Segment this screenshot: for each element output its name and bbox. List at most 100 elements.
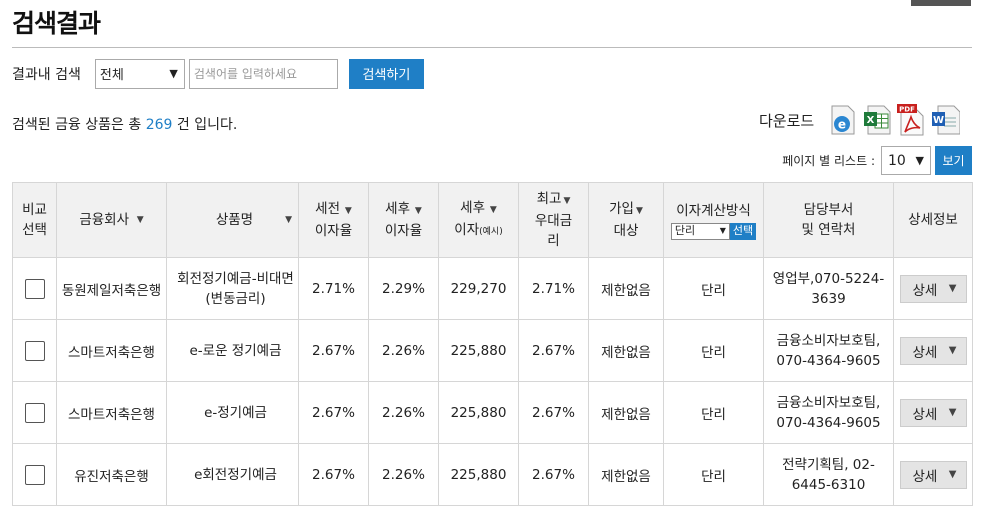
header-aftertax-interest[interactable]: 세후 ▼ 이자(예시): [438, 182, 519, 258]
detail-button[interactable]: 상세 ▼: [899, 336, 967, 365]
chevron-down-icon: ▼: [719, 226, 726, 235]
detail-button[interactable]: 상세 ▼: [899, 274, 967, 303]
maxrate-cell: 2.67%: [518, 319, 589, 382]
maxrate-cell: 2.71%: [518, 257, 589, 320]
summary-prefix: 검색된 금융 상품은 총: [12, 117, 146, 133]
pdf-icon[interactable]: PDF: [896, 104, 926, 136]
calc-cell: 단리: [663, 443, 764, 506]
chevron-down-icon: ▼: [915, 154, 924, 167]
join-cell: 제한없음: [588, 257, 664, 320]
chevron-down-icon: ▼: [948, 407, 957, 418]
pretax-cell: 2.67%: [298, 319, 369, 382]
svg-text:X: X: [867, 115, 875, 126]
detail-button[interactable]: 상세 ▼: [899, 460, 967, 489]
header-company[interactable]: 금융회사 ▼: [56, 182, 167, 258]
aftertax-cell: 2.26%: [368, 443, 439, 506]
header-max-rate[interactable]: 최고 ▼ 우대금 리: [518, 182, 589, 258]
calc-cell: 단리: [663, 257, 764, 320]
detail-button[interactable]: 상세 ▼: [899, 398, 967, 427]
contact-cell: 영업부,070-5224- 3639: [763, 257, 894, 320]
interest-cell: 225,880: [438, 381, 519, 444]
svg-text:W: W: [933, 115, 944, 126]
contact-cell: 금융소비자보호팀, 070-4364-9605: [763, 381, 894, 444]
company-cell: 스마트저축은행: [56, 319, 167, 382]
header-pretax-rate[interactable]: 세전 ▼ 이자율: [298, 182, 369, 258]
page-size-label: 페이지 별 리스트 :: [782, 154, 875, 168]
header-join-target[interactable]: 가입 ▼ 대상: [588, 182, 664, 258]
header-calc-method: 이자계산방식 단리 ▼ 선택: [663, 182, 764, 258]
svg-text:PDF: PDF: [899, 106, 915, 114]
result-count: 269: [145, 117, 173, 133]
join-cell: 제한없음: [588, 381, 664, 444]
compare-checkbox[interactable]: [24, 402, 45, 423]
aftertax-cell: 2.26%: [368, 381, 439, 444]
product-cell[interactable]: e-로운 정기예금: [166, 319, 299, 382]
download-bar: 다운로드 e X PDF W: [759, 104, 964, 136]
search-scope-select[interactable]: 전체 ▼: [94, 58, 185, 89]
maxrate-cell: 2.67%: [518, 443, 589, 506]
top-tab[interactable]: [911, 0, 971, 6]
search-button[interactable]: 검색하기: [348, 58, 424, 89]
page-size-value: 10: [888, 152, 906, 169]
join-cell: 제한없음: [588, 443, 664, 506]
search-bar: 결과내 검색 전체 ▼ 검색어를 입력하세요 검색하기: [12, 58, 424, 89]
chevron-down-icon: ▼: [948, 283, 957, 294]
interest-cell: 225,880: [438, 319, 519, 382]
svg-text:e: e: [838, 118, 846, 132]
pretax-cell: 2.67%: [298, 381, 369, 444]
product-cell[interactable]: e회전정기예금: [166, 443, 299, 506]
title-divider: [12, 47, 972, 48]
page-size-apply-button[interactable]: 보기: [935, 146, 972, 175]
word-icon[interactable]: W: [930, 104, 961, 136]
sort-icon: ▼: [635, 206, 643, 216]
chevron-down-icon: ▼: [948, 469, 957, 480]
header-product[interactable]: 상품명 ▼: [166, 182, 299, 258]
pretax-cell: 2.71%: [298, 257, 369, 320]
compare-checkbox[interactable]: [24, 278, 45, 299]
table-row: 스마트저축은행 e-정기예금 2.67% 2.26% 225,880 2.67%…: [12, 381, 973, 444]
sort-icon: ▼: [412, 206, 422, 216]
summary-suffix: 건 입니다.: [172, 117, 238, 133]
chevron-down-icon: ▼: [169, 67, 178, 80]
product-cell[interactable]: e-정기예금: [166, 381, 299, 444]
results-table: 비교 선택 금융회사 ▼ 상품명 ▼ 세전 ▼ 이자율 세후 ▼ 이자율 세후 ▼ 이자(…: [12, 182, 973, 506]
compare-checkbox[interactable]: [24, 340, 45, 361]
interest-cell: 229,270: [438, 257, 519, 320]
table-row: 스마트저축은행 e-로운 정기예금 2.67% 2.26% 225,880 2.…: [12, 319, 973, 382]
calc-method-select[interactable]: 단리 ▼: [670, 222, 730, 240]
search-input[interactable]: 검색어를 입력하세요: [188, 58, 338, 89]
search-label: 결과내 검색: [12, 66, 81, 83]
sort-icon: ▼: [487, 205, 497, 215]
company-cell: 동원제일저축은행: [56, 257, 167, 320]
maxrate-cell: 2.67%: [518, 381, 589, 444]
calc-cell: 단리: [663, 319, 764, 382]
header-compare: 비교 선택: [12, 182, 57, 258]
product-cell[interactable]: 회전정기예금-비대면 (변동금리): [166, 257, 299, 320]
sort-icon: ▼: [563, 196, 571, 206]
header-detail: 상세정보: [893, 182, 973, 258]
page-title: 검색결과: [12, 9, 101, 38]
compare-checkbox[interactable]: [24, 464, 45, 485]
calc-cell: 단리: [663, 381, 764, 444]
search-scope-value: 전체: [99, 68, 124, 83]
header-aftertax-rate[interactable]: 세후 ▼ 이자율: [368, 182, 439, 258]
table-row: 동원제일저축은행 회전정기예금-비대면 (변동금리) 2.71% 2.29% 22…: [12, 257, 973, 320]
company-cell: 유진저축은행: [56, 443, 167, 506]
calc-method-apply-button[interactable]: 선택: [729, 222, 757, 240]
result-summary: 검색된 금융 상품은 총 269 건 입니다.: [12, 114, 237, 134]
excel-icon[interactable]: X: [862, 104, 892, 136]
aftertax-cell: 2.26%: [368, 319, 439, 382]
sort-icon: ▼: [342, 206, 352, 216]
header-contact: 담당부서 및 연락처: [763, 182, 894, 258]
page-size-select[interactable]: 10 ▼: [881, 146, 931, 175]
aftertax-cell: 2.29%: [368, 257, 439, 320]
download-label: 다운로드: [759, 111, 815, 130]
table-row: 유진저축은행 e회전정기예금 2.67% 2.26% 225,880 2.67%…: [12, 443, 973, 506]
interest-cell: 225,880: [438, 443, 519, 506]
ie-icon[interactable]: e: [828, 104, 858, 136]
company-cell: 스마트저축은행: [56, 381, 167, 444]
pretax-cell: 2.67%: [298, 443, 369, 506]
chevron-down-icon: ▼: [948, 345, 957, 356]
contact-cell: 금융소비자보호팀, 070-4364-9605: [763, 319, 894, 382]
join-cell: 제한없음: [588, 319, 664, 382]
